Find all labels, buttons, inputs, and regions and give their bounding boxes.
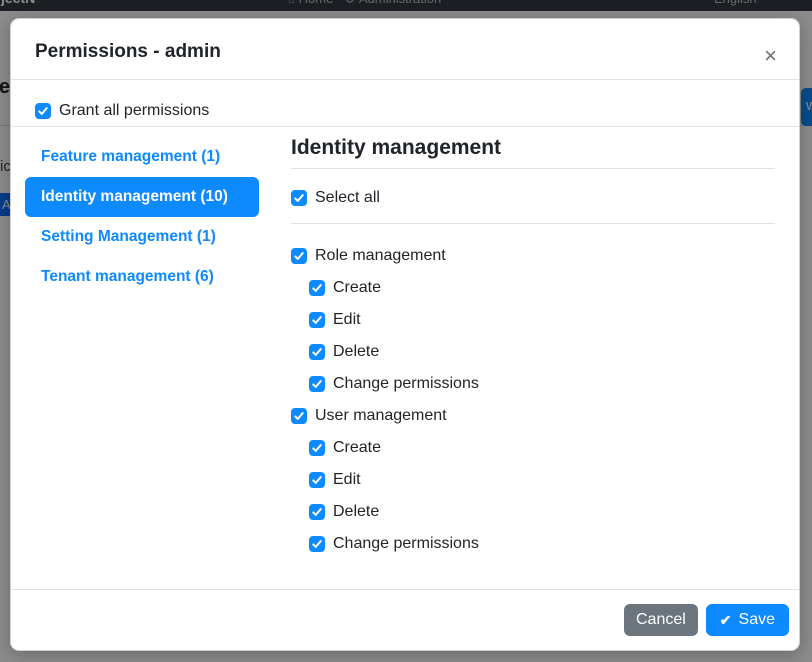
permission-label[interactable]: Delete <box>333 503 379 521</box>
permission-checkbox[interactable] <box>291 248 307 264</box>
modal-footer: Cancel ✔ Save <box>11 589 799 650</box>
divider <box>291 223 775 224</box>
permission-checkbox[interactable] <box>309 376 325 392</box>
permission-row: Create <box>309 432 775 464</box>
permission-label[interactable]: Create <box>333 279 381 297</box>
modal-title: Permissions - admin <box>35 41 775 63</box>
permission-checkbox[interactable] <box>309 504 325 520</box>
permission-panel: Identity management Select all Role mana… <box>291 137 775 560</box>
select-all-label[interactable]: Select all <box>315 189 380 207</box>
permission-checkbox[interactable] <box>309 472 325 488</box>
permission-row: Change permissions <box>309 528 775 560</box>
permission-row: Edit <box>309 304 775 336</box>
save-button[interactable]: ✔ Save <box>706 604 789 636</box>
permission-group-tabs: Feature management (1)Identity managemen… <box>25 137 259 560</box>
permission-label[interactable]: Create <box>333 439 381 457</box>
tab-identity-management-10[interactable]: Identity management (10) <box>25 177 259 217</box>
cancel-button[interactable]: Cancel <box>624 604 698 636</box>
close-icon[interactable]: × <box>764 45 777 67</box>
tab-feature-management-1[interactable]: Feature management (1) <box>25 137 259 177</box>
permission-label[interactable]: Edit <box>333 471 361 489</box>
grant-all-label[interactable]: Grant all permissions <box>59 102 209 120</box>
permission-row: User management <box>291 400 775 432</box>
divider <box>291 168 775 169</box>
permission-checkbox[interactable] <box>291 408 307 424</box>
check-icon: ✔ <box>720 612 732 629</box>
tab-tenant-management-6[interactable]: Tenant management (6) <box>25 257 259 297</box>
permission-row: Role management <box>291 240 775 272</box>
divider <box>11 126 799 127</box>
permission-row: Create <box>309 272 775 304</box>
tab-setting-management-1[interactable]: Setting Management (1) <box>25 217 259 257</box>
grant-all-checkbox[interactable] <box>35 103 51 119</box>
modal-body: Grant all permissions Feature management… <box>11 80 799 589</box>
permission-row: Edit <box>309 464 775 496</box>
panel-heading: Identity management <box>291 136 775 160</box>
permission-label[interactable]: Change permissions <box>333 535 479 553</box>
permission-checkbox[interactable] <box>309 440 325 456</box>
select-all-row: Select all <box>291 189 775 207</box>
permission-row: Delete <box>309 496 775 528</box>
permission-checkbox[interactable] <box>309 344 325 360</box>
permission-checkbox[interactable] <box>309 312 325 328</box>
grant-all-row: Grant all permissions <box>35 102 775 120</box>
permission-label[interactable]: Delete <box>333 343 379 361</box>
select-all-checkbox[interactable] <box>291 190 307 206</box>
permissions-modal: Permissions - admin × Grant all permissi… <box>10 18 800 651</box>
permission-checkbox[interactable] <box>309 280 325 296</box>
permission-label[interactable]: Change permissions <box>333 375 479 393</box>
permission-label[interactable]: Role management <box>315 247 446 265</box>
permission-checkbox[interactable] <box>309 536 325 552</box>
permission-row: Delete <box>309 336 775 368</box>
permission-label[interactable]: Edit <box>333 311 361 329</box>
permission-label[interactable]: User management <box>315 407 447 425</box>
permission-row: Change permissions <box>309 368 775 400</box>
save-label: Save <box>739 611 775 629</box>
permission-tree: Role management Create Edit Delete Change pe… <box>291 240 775 560</box>
modal-header: Permissions - admin × <box>11 19 799 80</box>
